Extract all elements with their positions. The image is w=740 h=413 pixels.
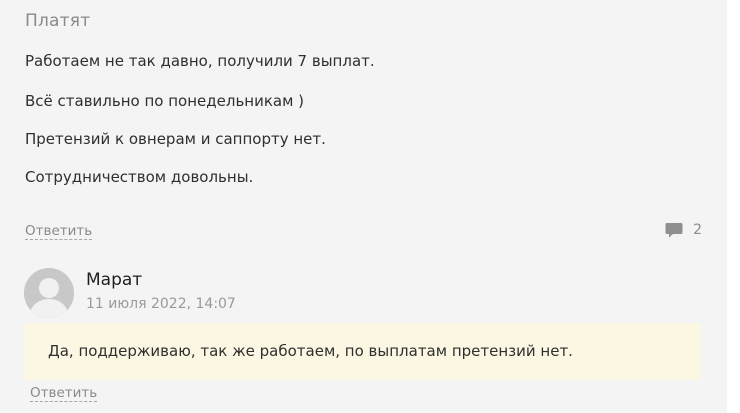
review-card: Платят Работаем не так давно, получили 7… [0,0,727,413]
comment-author[interactable]: Марат [86,270,142,290]
review-reply-link[interactable]: Ответить [25,223,93,240]
comment-reply-link[interactable]: Ответить [30,385,98,402]
comment-count[interactable]: 2 [665,222,702,238]
speech-bubble-icon [665,223,683,238]
comment-body: Да, поддерживаю, так же работаем, по вып… [24,323,701,380]
comment-text: Да, поддерживаю, так же работаем, по вып… [48,342,573,360]
review-paragraph: Сотрудничеством довольны. [25,168,254,186]
review-title: Платят [25,11,91,31]
default-user-avatar-icon [24,268,74,318]
review-paragraph: Претензий к овнерам и саппорту нет. [25,130,326,148]
comment-date: 11 июля 2022, 14:07 [86,296,236,312]
review-paragraph: Работаем не так давно, получили 7 выплат… [25,52,375,70]
comment-count-value: 2 [693,222,702,238]
review-paragraph: Всё ставильно по понедельникам ) [25,92,305,110]
